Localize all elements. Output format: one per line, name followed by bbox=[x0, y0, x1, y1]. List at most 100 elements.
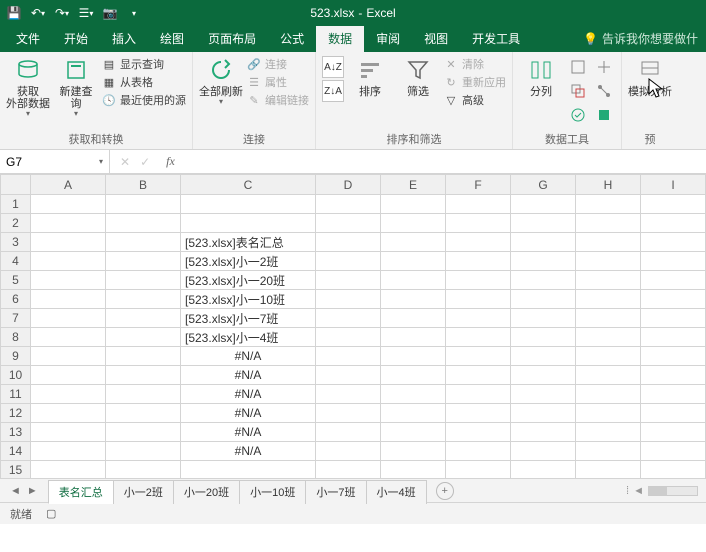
cell-B15[interactable] bbox=[106, 461, 181, 479]
from-table-button[interactable]: ▦从表格 bbox=[102, 74, 186, 90]
cell-A9[interactable] bbox=[31, 347, 106, 366]
cell-G4[interactable] bbox=[511, 252, 576, 271]
cell-B10[interactable] bbox=[106, 366, 181, 385]
cell-I12[interactable] bbox=[641, 404, 706, 423]
recent-sources-button[interactable]: 🕓最近使用的源 bbox=[102, 92, 186, 108]
sheet-nav-next-icon[interactable]: ► bbox=[27, 485, 38, 497]
row-header-10[interactable]: 10 bbox=[1, 366, 31, 385]
cell-F8[interactable] bbox=[446, 328, 511, 347]
column-header-D[interactable]: D bbox=[316, 175, 381, 195]
clear-filter-button[interactable]: ✕清除 bbox=[444, 56, 506, 72]
whatif-button[interactable]: 模拟分析 bbox=[628, 56, 672, 98]
cell-B13[interactable] bbox=[106, 423, 181, 442]
cell-I1[interactable] bbox=[641, 195, 706, 214]
cell-B11[interactable] bbox=[106, 385, 181, 404]
row-header-15[interactable]: 15 bbox=[1, 461, 31, 479]
cell-E7[interactable] bbox=[381, 309, 446, 328]
get-external-data-button[interactable]: 获取 外部数据▾ bbox=[6, 56, 50, 119]
cell-D2[interactable] bbox=[316, 214, 381, 233]
cell-E13[interactable] bbox=[381, 423, 446, 442]
cell-D15[interactable] bbox=[316, 461, 381, 479]
cell-A15[interactable] bbox=[31, 461, 106, 479]
cell-E3[interactable] bbox=[381, 233, 446, 252]
row-header-14[interactable]: 14 bbox=[1, 442, 31, 461]
camera-icon[interactable]: 📷 bbox=[102, 5, 118, 21]
cell-F14[interactable] bbox=[446, 442, 511, 461]
cell-G3[interactable] bbox=[511, 233, 576, 252]
touch-mode-icon[interactable]: ☰▾ bbox=[78, 5, 94, 21]
cell-C4[interactable]: [523.xlsx]小一2班 bbox=[181, 252, 316, 271]
cell-A2[interactable] bbox=[31, 214, 106, 233]
column-header-F[interactable]: F bbox=[446, 175, 511, 195]
cell-C2[interactable] bbox=[181, 214, 316, 233]
row-header-2[interactable]: 2 bbox=[1, 214, 31, 233]
column-header-A[interactable]: A bbox=[31, 175, 106, 195]
flash-fill-button[interactable] bbox=[567, 56, 589, 78]
cell-G1[interactable] bbox=[511, 195, 576, 214]
cell-F6[interactable] bbox=[446, 290, 511, 309]
cell-F1[interactable] bbox=[446, 195, 511, 214]
cell-B6[interactable] bbox=[106, 290, 181, 309]
cell-A14[interactable] bbox=[31, 442, 106, 461]
connections-button[interactable]: 🔗连接 bbox=[247, 56, 309, 72]
cell-I8[interactable] bbox=[641, 328, 706, 347]
cell-G13[interactable] bbox=[511, 423, 576, 442]
cell-H8[interactable] bbox=[576, 328, 641, 347]
cell-G14[interactable] bbox=[511, 442, 576, 461]
chevron-down-icon[interactable]: ▾ bbox=[99, 157, 103, 166]
tab-home[interactable]: 开始 bbox=[52, 25, 100, 52]
row-header-4[interactable]: 4 bbox=[1, 252, 31, 271]
cell-F5[interactable] bbox=[446, 271, 511, 290]
undo-icon[interactable]: ↶▾ bbox=[30, 5, 46, 21]
cell-B4[interactable] bbox=[106, 252, 181, 271]
cell-C5[interactable]: [523.xlsx]小一20班 bbox=[181, 271, 316, 290]
cell-E15[interactable] bbox=[381, 461, 446, 479]
tab-view[interactable]: 视图 bbox=[412, 25, 460, 52]
cell-G8[interactable] bbox=[511, 328, 576, 347]
new-query-button[interactable]: 新建查 询▾ bbox=[54, 56, 98, 119]
cell-C10[interactable]: #N/A bbox=[181, 366, 316, 385]
cell-F2[interactable] bbox=[446, 214, 511, 233]
cell-C11[interactable]: #N/A bbox=[181, 385, 316, 404]
cell-D13[interactable] bbox=[316, 423, 381, 442]
cell-D7[interactable] bbox=[316, 309, 381, 328]
cell-A11[interactable] bbox=[31, 385, 106, 404]
cell-A6[interactable] bbox=[31, 290, 106, 309]
formula-input[interactable] bbox=[185, 150, 706, 173]
cell-C1[interactable] bbox=[181, 195, 316, 214]
consolidate-button[interactable] bbox=[593, 56, 615, 78]
cell-D8[interactable] bbox=[316, 328, 381, 347]
tab-file[interactable]: 文件 bbox=[4, 25, 52, 52]
cell-G15[interactable] bbox=[511, 461, 576, 479]
cell-C6[interactable]: [523.xlsx]小一10班 bbox=[181, 290, 316, 309]
cell-D3[interactable] bbox=[316, 233, 381, 252]
column-header-H[interactable]: H bbox=[576, 175, 641, 195]
cell-I4[interactable] bbox=[641, 252, 706, 271]
cell-C12[interactable]: #N/A bbox=[181, 404, 316, 423]
cell-C3[interactable]: [523.xlsx]表名汇总 bbox=[181, 233, 316, 252]
cell-C13[interactable]: #N/A bbox=[181, 423, 316, 442]
cell-G11[interactable] bbox=[511, 385, 576, 404]
data-validation-button[interactable] bbox=[567, 104, 589, 126]
cell-G12[interactable] bbox=[511, 404, 576, 423]
qat-customize-icon[interactable]: ▾ bbox=[126, 5, 142, 21]
cell-F12[interactable] bbox=[446, 404, 511, 423]
cell-D4[interactable] bbox=[316, 252, 381, 271]
cell-G6[interactable] bbox=[511, 290, 576, 309]
save-icon[interactable]: 💾 bbox=[6, 5, 22, 21]
cell-C8[interactable]: [523.xlsx]小一4班 bbox=[181, 328, 316, 347]
cell-F9[interactable] bbox=[446, 347, 511, 366]
cell-D10[interactable] bbox=[316, 366, 381, 385]
cell-E8[interactable] bbox=[381, 328, 446, 347]
cell-D6[interactable] bbox=[316, 290, 381, 309]
tell-me-search[interactable]: 💡 告诉我你想要做什 bbox=[575, 25, 706, 52]
enter-icon[interactable]: ✓ bbox=[140, 155, 150, 169]
column-header-G[interactable]: G bbox=[511, 175, 576, 195]
cell-F10[interactable] bbox=[446, 366, 511, 385]
name-box[interactable]: ▾ bbox=[0, 150, 110, 173]
cell-I7[interactable] bbox=[641, 309, 706, 328]
advanced-filter-button[interactable]: ▽高级 bbox=[444, 92, 506, 108]
cell-C14[interactable]: #N/A bbox=[181, 442, 316, 461]
cell-B7[interactable] bbox=[106, 309, 181, 328]
row-header-12[interactable]: 12 bbox=[1, 404, 31, 423]
